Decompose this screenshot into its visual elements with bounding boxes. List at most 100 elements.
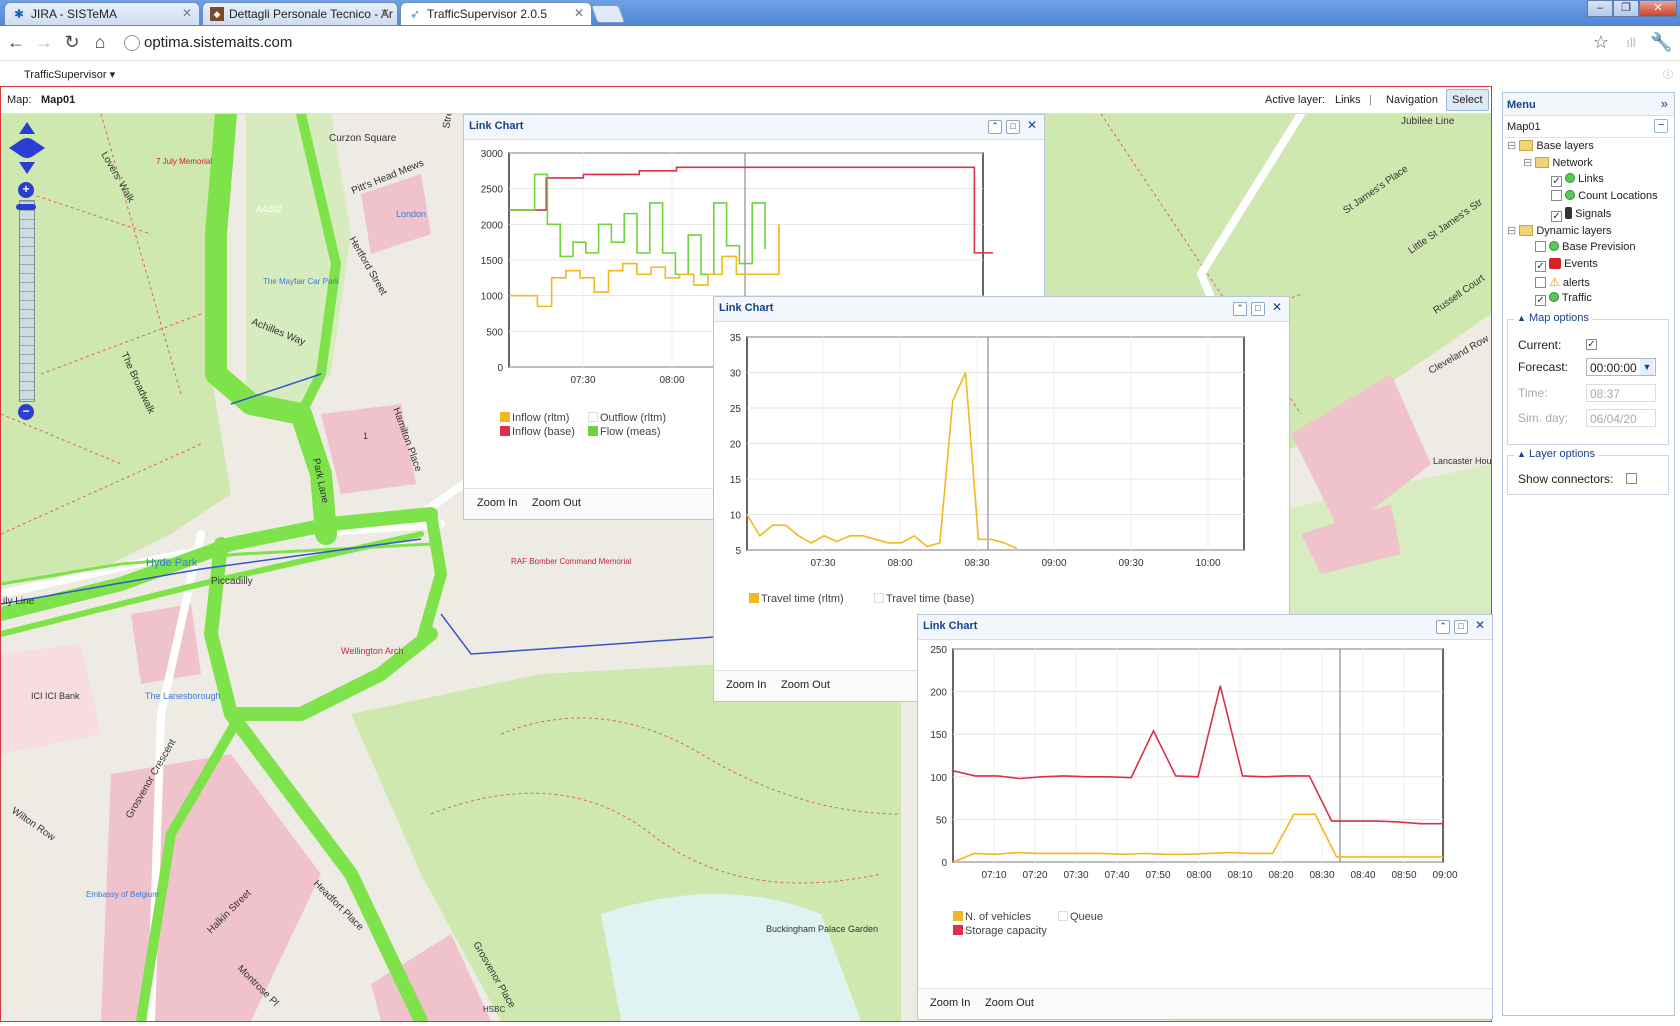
new-tab-button[interactable] [590, 5, 626, 23]
close-icon[interactable]: ✕ [1474, 619, 1486, 632]
y-tick-label: 2500 [481, 185, 504, 196]
zoom-out-icon[interactable]: − [18, 404, 34, 420]
alerts-checkbox[interactable] [1535, 277, 1546, 288]
close-icon[interactable]: ✕ [1026, 119, 1038, 132]
select-button[interactable]: Select [1446, 89, 1489, 111]
collapse-toggle-icon[interactable]: ⊟ [1507, 225, 1516, 237]
collapse-right-icon[interactable]: » [1661, 96, 1668, 111]
tree-links[interactable]: ✓ Links [1551, 173, 1604, 187]
menu-map-name: Map01 [1507, 121, 1541, 133]
links-checkbox[interactable]: ✓ [1551, 176, 1562, 187]
chart-plot-3: 0 50 100 150 200 250 07:10 07:20 07:30 07:40 07:50… [930, 645, 1458, 881]
minimize-button[interactable]: – [1587, 0, 1613, 17]
zoom-slider[interactable] [19, 200, 35, 402]
menu-header: Menu » [1503, 93, 1674, 116]
window-header[interactable]: Link Chart ⌃ □ ✕ [714, 297, 1289, 322]
window-header[interactable]: Link Chart ⌃ □ ✕ [918, 615, 1492, 640]
signals-checkbox[interactable]: ✓ [1551, 211, 1562, 222]
legend-item: Travel time (base) [874, 593, 974, 605]
collapse-icon[interactable]: ⌃ [1436, 620, 1450, 634]
bookmark-bar: TrafficSupervisor ▾ ⓘ [0, 36, 1680, 81]
pan-control[interactable] [9, 122, 45, 174]
legend-item: Travel time (rltm) [749, 593, 844, 605]
zoom-out-button[interactable]: Zoom Out [532, 497, 581, 509]
y-tick-label: 25 [730, 404, 742, 415]
y-tick-label: 1000 [481, 292, 504, 303]
zoom-in-button[interactable]: Zoom In [930, 997, 970, 1009]
svg-text:RAF Bomber Command Memorial: RAF Bomber Command Memorial [511, 557, 632, 566]
zoom-in-button[interactable]: Zoom In [477, 497, 517, 509]
tree-signals[interactable]: ✓ Signals [1551, 207, 1611, 222]
zoom-slider-handle[interactable] [16, 204, 36, 210]
zoom-in-icon[interactable]: + [18, 182, 34, 198]
legend-swatch [749, 593, 759, 603]
svg-text:The Mayfair Car Park: The Mayfair Car Park [263, 277, 340, 286]
collapse-icon[interactable]: − [1654, 119, 1668, 133]
collapse-toggle-icon[interactable]: ⊟ [1523, 157, 1532, 169]
y-tick-label: 2000 [481, 220, 504, 231]
maximize-button[interactable]: ❐ [1613, 0, 1639, 17]
tab-jira[interactable]: ✱ JIRA - SISTeMA ✕ [4, 2, 200, 25]
events-checkbox[interactable]: ✓ [1535, 261, 1546, 272]
current-checkbox[interactable]: ✓ [1586, 339, 1597, 350]
maximize-icon[interactable]: □ [1454, 620, 1468, 634]
close-icon[interactable]: ✕ [574, 6, 584, 20]
plot-area [952, 648, 1444, 863]
legend-swatch [500, 426, 510, 436]
window-close-button[interactable]: ✕ [1639, 0, 1677, 17]
tree-base-prevision[interactable]: Base Prevision [1535, 241, 1636, 253]
tree-traffic[interactable]: ✓ Traffic [1535, 292, 1592, 306]
trafficsupervisor-menu[interactable]: TrafficSupervisor ▾ [24, 68, 115, 81]
svg-text:Lancaster House: Lancaster House [1433, 456, 1491, 466]
x-tick-label: 08:00 [1186, 870, 1211, 881]
tree-count-locations[interactable]: Count Locations [1551, 190, 1658, 202]
legend-item: Outflow (rltm) [588, 412, 666, 424]
zoom-in-button[interactable]: Zoom In [726, 679, 766, 691]
chevron-down-icon[interactable]: ▼ [1640, 359, 1654, 375]
tree-events[interactable]: ✓ Events [1535, 258, 1598, 272]
close-icon[interactable]: ✕ [182, 6, 192, 20]
close-icon[interactable]: ✕ [1271, 301, 1283, 314]
tab-trafficsupervisor[interactable]: ➶ TrafficSupervisor 2.0.5 ✕ [400, 2, 592, 25]
show-connectors-checkbox[interactable] [1626, 473, 1637, 484]
tree-dynamic-layers[interactable]: ⊟ Dynamic layers [1507, 224, 1612, 237]
window-header[interactable]: Link Chart ⌃ □ ✕ [464, 115, 1044, 140]
count-locations-checkbox[interactable] [1551, 190, 1562, 201]
svg-text:The Lanesborough: The Lanesborough [145, 691, 221, 701]
collapse-icon[interactable]: ⌃ [988, 120, 1002, 134]
tree-network[interactable]: ⊟ Network [1523, 156, 1593, 169]
zoom-out-button[interactable]: Zoom Out [781, 679, 830, 691]
traffic-checkbox[interactable]: ✓ [1535, 295, 1546, 306]
window-title: Link Chart [469, 120, 524, 132]
navigation-button[interactable]: Navigation [1386, 94, 1438, 106]
separator: | [1369, 94, 1372, 106]
svg-text:Wellington Arch: Wellington Arch [341, 646, 403, 656]
app-icon: ◆ [210, 7, 224, 21]
forecast-label: Forecast: [1518, 360, 1569, 374]
legend-item: Inflow (rltm) [500, 412, 569, 424]
tree-base-layers[interactable]: ⊟ Base layers [1507, 139, 1594, 152]
folder-icon [1519, 140, 1534, 151]
x-tick-label: 07:50 [1145, 870, 1170, 881]
collapse-icon[interactable]: ⌃ [1233, 302, 1247, 316]
svg-text:Piccadilly: Piccadilly [211, 576, 253, 587]
x-tick-label: 10:00 [1195, 558, 1220, 569]
map-options-legend[interactable]: ▲ Map options [1514, 312, 1592, 324]
tree-alerts[interactable]: ⚠ alerts [1535, 275, 1590, 289]
collapse-toggle-icon[interactable]: ▲ [1517, 313, 1526, 323]
maximize-icon[interactable]: □ [1006, 120, 1020, 134]
tab-dettagli[interactable]: ◆ Dettagli Personale Tecnico - Ar ✕ [202, 2, 398, 25]
svg-text:Embassy of Belgium: Embassy of Belgium [86, 890, 159, 899]
x-tick-label: 07:20 [1022, 870, 1047, 881]
maximize-icon[interactable]: □ [1251, 302, 1265, 316]
layer-options-legend[interactable]: ▲ Layer options [1514, 448, 1599, 460]
base-prevision-checkbox[interactable] [1535, 241, 1546, 252]
collapse-toggle-icon[interactable]: ▲ [1517, 449, 1526, 459]
zoom-out-button[interactable]: Zoom Out [985, 997, 1034, 1009]
collapse-toggle-icon[interactable]: ⊟ [1507, 140, 1516, 152]
link-chart-window-3[interactable]: Link Chart ⌃ □ ✕ 0 50 100 150 200 250 07:10 07:… [917, 614, 1493, 1020]
close-icon[interactable]: ✕ [380, 6, 390, 20]
folder-icon [1535, 157, 1550, 168]
x-tick-label: 08:30 [964, 558, 989, 569]
y-tick-label: 0 [497, 363, 503, 374]
